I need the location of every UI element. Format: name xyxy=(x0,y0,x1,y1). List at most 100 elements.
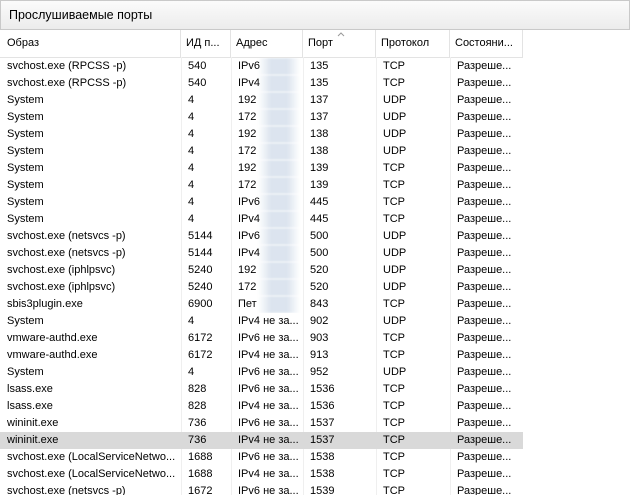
cell-protocol: UDP xyxy=(383,281,407,293)
redaction-blur xyxy=(258,58,300,75)
table-row[interactable]: System 4 IPv4 не за... 902 UDP Разреше... xyxy=(0,313,523,330)
cell-address: IPv6 не за... xyxy=(231,483,303,495)
cell-address-text: Пет xyxy=(238,298,257,310)
column-header-image[interactable]: Образ xyxy=(0,30,181,57)
cell-port: 1536 xyxy=(310,400,335,412)
section-header[interactable]: Прослушиваемые порты xyxy=(0,0,630,30)
redaction-blur xyxy=(258,92,300,109)
table-row[interactable]: svchost.exe (netsvcs -p) 1672 IPv6 не за..… xyxy=(0,483,523,495)
cell-port: 913 xyxy=(310,349,329,361)
table-row[interactable]: vmware-authd.exe 6172 IPv6 не за... 903 TCP Р… xyxy=(0,330,523,347)
cell-image: System xyxy=(7,366,44,378)
cell-port: 500 xyxy=(310,247,329,259)
table-row[interactable]: System 4 192 137 UDP Разреше... xyxy=(0,92,523,109)
table-row[interactable]: svchost.exe (RPCSS -p) 540 IPv4 135 TCP Разре… xyxy=(0,75,523,92)
column-header-status[interactable]: Состояни... xyxy=(450,30,523,57)
table-row[interactable]: vmware-authd.exe 6172 IPv4 не за... 913 TCP Р… xyxy=(0,347,523,364)
table-row[interactable]: System 4 192 139 TCP Разреше... xyxy=(0,160,523,177)
cell-address-text: 172 xyxy=(238,179,257,191)
table-row[interactable]: System 4 192 138 UDP Разреше... xyxy=(0,126,523,143)
cell-port: 135 xyxy=(310,77,329,89)
table-row[interactable]: sbis3plugin.exe 6900 Пет 843 TCP Разреше... xyxy=(0,296,523,313)
cell-pid: 1672 xyxy=(188,485,213,495)
cell-pid: 5144 xyxy=(188,230,213,242)
cell-address-text: IPv4 xyxy=(238,247,261,259)
cell-address-text: 172 xyxy=(238,281,257,293)
table-row[interactable]: System 4 172 138 UDP Разреше... xyxy=(0,143,523,160)
cell-port: 139 xyxy=(310,162,329,174)
section-title: Прослушиваемые порты xyxy=(9,8,153,22)
cell-status: Разреше... xyxy=(457,179,512,191)
cell-port: 500 xyxy=(310,230,329,242)
cell-address-text: IPv4 не за... xyxy=(238,434,299,446)
cell-address-text: 192 xyxy=(238,162,257,174)
cell-protocol: TCP xyxy=(383,196,405,208)
cell-image: vmware-authd.exe xyxy=(7,349,98,361)
table-row[interactable]: svchost.exe (RPCSS -p) 540 IPv6 135 TCP Разре… xyxy=(0,58,523,75)
column-header-protocol[interactable]: Протокол xyxy=(376,30,450,57)
redaction-blur xyxy=(258,160,300,177)
table-row[interactable]: wininit.exe 736 IPv4 не за... 1537 TCP Разреш… xyxy=(0,432,523,449)
column-header-pid[interactable]: ИД п... xyxy=(181,30,231,57)
cell-status: Разреше... xyxy=(457,94,512,106)
cell-image: svchost.exe (LocalServiceNetwo... xyxy=(7,468,176,480)
cell-address-text: IPv6 xyxy=(238,230,261,242)
cell-protocol: TCP xyxy=(383,162,405,174)
cell-port: 135 xyxy=(310,60,329,72)
cell-image: svchost.exe (RPCSS -p) xyxy=(7,77,127,89)
cell-address: IPv6 не за... xyxy=(231,330,303,347)
table-row[interactable]: System 4 172 139 TCP Разреше... xyxy=(0,177,523,194)
table-row[interactable]: svchost.exe (netsvcs -p) 5144 IPv6 500 UDP Ра… xyxy=(0,228,523,245)
table-row[interactable]: svchost.exe (LocalServiceNetwo... 1688 IPv… xyxy=(0,449,523,466)
cell-address-text: IPv4 не за... xyxy=(238,468,299,480)
cell-address-text: IPv4 xyxy=(238,77,261,89)
cell-protocol: TCP xyxy=(383,485,405,495)
cell-address: IPv4 не за... xyxy=(231,432,303,449)
redaction-blur xyxy=(258,262,300,279)
cell-protocol: TCP xyxy=(383,417,405,429)
table-row[interactable]: svchost.exe (iphlpsvc) 5240 192 520 UDP Разре… xyxy=(0,262,523,279)
cell-port: 1539 xyxy=(310,485,335,495)
cell-image: System xyxy=(7,111,44,123)
cell-image: svchost.exe (iphlpsvc) xyxy=(7,264,116,276)
cell-pid: 4 xyxy=(188,145,195,157)
cell-address-text: IPv4 xyxy=(238,213,261,225)
redaction-blur xyxy=(258,109,300,126)
cell-status: Разреше... xyxy=(457,111,512,123)
table-row[interactable]: svchost.exe (LocalServiceNetwo... 1688 IPv… xyxy=(0,466,523,483)
cell-address-text: 192 xyxy=(238,94,257,106)
cell-address: 192 xyxy=(231,262,303,279)
cell-address: 172 xyxy=(231,279,303,296)
cell-pid: 6900 xyxy=(188,298,213,310)
cell-protocol: TCP xyxy=(383,451,405,463)
cell-address-text: IPv6 xyxy=(238,196,261,208)
cell-port: 445 xyxy=(310,213,329,225)
cell-protocol: TCP xyxy=(383,332,405,344)
cell-pid: 4 xyxy=(188,128,195,140)
cell-pid: 736 xyxy=(188,434,207,446)
table-row[interactable]: wininit.exe 736 IPv6 не за... 1537 TCP Разреш… xyxy=(0,415,523,432)
column-header-address[interactable]: Адрес xyxy=(231,30,303,57)
cell-protocol: TCP xyxy=(383,179,405,191)
redaction-blur xyxy=(258,177,300,194)
cell-port: 137 xyxy=(310,94,329,106)
table-row[interactable]: svchost.exe (iphlpsvc) 5240 172 520 UDP Разре… xyxy=(0,279,523,296)
table-row[interactable]: System 4 IPv6 445 TCP Разреше... xyxy=(0,194,523,211)
cell-image: svchost.exe (netsvcs -p) xyxy=(7,230,126,242)
table-row[interactable]: System 4 IPv4 445 TCP Разреше... xyxy=(0,211,523,228)
table-row[interactable]: lsass.exe 828 IPv4 не за... 1536 TCP Разреше.… xyxy=(0,398,523,415)
cell-address-text: 172 xyxy=(238,145,257,157)
table-row[interactable]: lsass.exe 828 IPv6 не за... 1536 TCP Разреше.… xyxy=(0,381,523,398)
cell-image: System xyxy=(7,179,44,191)
table-row[interactable]: System 4 IPv6 не за... 952 UDP Разреше... xyxy=(0,364,523,381)
table-row[interactable]: svchost.exe (netsvcs -p) 5144 IPv4 500 UDP Ра… xyxy=(0,245,523,262)
cell-protocol: UDP xyxy=(383,230,407,242)
cell-image: svchost.exe (netsvcs -p) xyxy=(7,247,126,259)
cell-address: IPv4 xyxy=(231,245,303,262)
cell-address-text: 192 xyxy=(238,128,257,140)
table-row[interactable]: System 4 172 137 UDP Разреше... xyxy=(0,109,523,126)
cell-status: Разреше... xyxy=(457,468,512,480)
cell-image: System xyxy=(7,145,44,157)
table-header: Образ ИД п... Адрес Порт Протокол Состоя… xyxy=(0,30,523,58)
cell-status: Разреше... xyxy=(457,162,512,174)
